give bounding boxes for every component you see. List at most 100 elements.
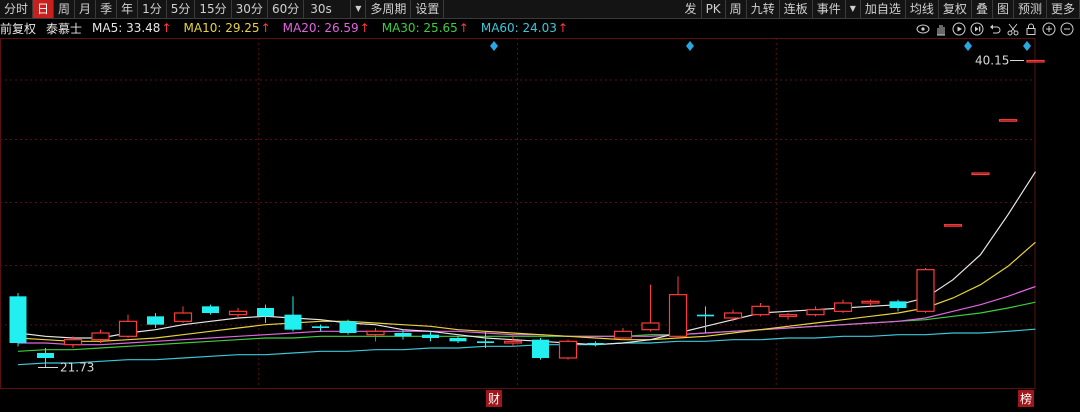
stock-name: 泰慕士	[46, 21, 83, 36]
candle-body	[971, 172, 990, 176]
candle-body	[532, 339, 549, 358]
candle-body	[723, 312, 743, 319]
interval-select[interactable]: 30s	[304, 0, 352, 18]
candle-body	[91, 332, 110, 341]
candle-body	[587, 343, 604, 345]
adjust-mode[interactable]: 前复权	[0, 20, 36, 37]
candle-body	[778, 314, 798, 317]
chevron-down-icon[interactable]: ▼	[846, 0, 861, 18]
undo-icon[interactable]	[986, 20, 1004, 38]
menu-item-12[interactable]: 更多	[1047, 0, 1080, 18]
period-tab-6[interactable]: 1分	[138, 0, 167, 18]
up-arrow-icon: ↑	[557, 21, 568, 35]
low-price-label: 21.73	[60, 361, 94, 375]
candle-body	[751, 305, 770, 316]
candle-body	[806, 309, 825, 316]
event-diamond-icon	[686, 41, 694, 51]
period-tab-4[interactable]: 季	[96, 0, 118, 18]
ma-item-0: MA5: 33.48↑	[92, 21, 172, 35]
ma-item-2: MA20: 26.59↑	[282, 21, 370, 35]
eye-icon[interactable]	[914, 20, 932, 38]
menu-item-5[interactable]: 事件	[813, 0, 846, 18]
chevron-down-icon[interactable]: ▼	[351, 0, 367, 18]
candle-body	[613, 330, 633, 339]
ma-item-4: MA60: 24.03↑	[480, 21, 568, 35]
candle-body	[284, 314, 302, 330]
period-tab-1[interactable]: 日	[33, 0, 55, 18]
menu-item-0[interactable]: 发	[681, 0, 702, 18]
candle-body	[9, 296, 27, 343]
period-tab-8[interactable]: 15分	[195, 0, 232, 18]
event-badge-label: 榜	[1020, 391, 1032, 406]
period-tab-9[interactable]: 30分	[232, 0, 268, 18]
period-tab-0[interactable]: 分时	[0, 0, 34, 18]
menu-item-1[interactable]: PK	[702, 0, 726, 18]
menu-item-9[interactable]: 叠	[972, 0, 993, 18]
menu-item-4[interactable]: 连板	[780, 0, 813, 18]
ma5-line	[17, 171, 1037, 346]
lock-icon[interactable]	[1022, 20, 1040, 38]
candle-body	[697, 314, 714, 317]
period-tab-3[interactable]: 月	[75, 0, 97, 18]
ma-item-3: MA30: 25.65↑	[381, 21, 469, 35]
menu-item-3[interactable]: 九转	[747, 0, 780, 18]
candle-body	[998, 119, 1018, 122]
step-icon[interactable]	[968, 20, 986, 38]
menu-item-2[interactable]: 周	[726, 0, 747, 18]
period-tab-7[interactable]: 5分	[167, 0, 196, 18]
period-tab-2[interactable]: 周	[54, 0, 76, 18]
tool-menu: 发 PK 周九转 连板 事件 ▼ 加自选 均线 复权叠图预测 更多	[681, 0, 1080, 18]
event-badge-label: 财	[488, 392, 500, 406]
zoom-in-icon[interactable]	[1040, 20, 1058, 38]
candle-body	[118, 320, 138, 337]
hand-icon[interactable]	[932, 20, 950, 38]
candle-body	[173, 312, 193, 322]
menu-item-7[interactable]: 均线	[906, 0, 939, 18]
period-tab-10[interactable]: 60分	[268, 0, 305, 18]
candle-body	[63, 339, 83, 346]
high-price-label: 40.15	[975, 54, 1009, 68]
zoom-out-icon[interactable]	[1058, 20, 1076, 38]
candle-body	[558, 340, 578, 359]
event-diamond-icon	[1023, 41, 1031, 51]
up-arrow-icon: ↑	[260, 21, 271, 35]
candle-body	[37, 353, 54, 358]
toolbar-item-1[interactable]: 设置	[411, 0, 445, 18]
candle-body	[394, 333, 412, 337]
period-toolbar: 分时日周月季年 1分 5分 15分 30分 60分 30s ▼ 多周期 设置 发 PK 周九转 连板 事件…	[0, 0, 1080, 19]
menu-item-10[interactable]: 图	[993, 0, 1014, 18]
chart-tools	[914, 20, 1076, 38]
candle-body	[449, 338, 467, 342]
candle-body	[916, 269, 935, 312]
toolbar-item-0[interactable]: 多周期	[366, 0, 412, 18]
menu-item-6[interactable]: 加自选	[861, 0, 906, 18]
candle-body	[889, 301, 907, 308]
up-arrow-icon: ↑	[458, 21, 469, 35]
candle-body	[861, 300, 880, 304]
candle-body	[641, 322, 660, 331]
candle-body	[312, 326, 329, 328]
period-tab-5[interactable]: 年	[117, 0, 139, 18]
candle-body	[943, 224, 963, 227]
scissors-icon[interactable]	[1004, 20, 1022, 38]
period-tabs: 分时日周月季年 1分 5分 15分 30分 60分 30s ▼ 多周期 设置	[0, 0, 445, 18]
candle-body	[477, 341, 494, 343]
candle-body	[339, 321, 357, 333]
candle-body	[202, 306, 219, 313]
ma-item-1: MA10: 29.25↑	[183, 21, 271, 35]
candle-body	[257, 308, 274, 317]
candle-body	[1026, 59, 1045, 63]
event-diamond-icon	[490, 41, 498, 51]
event-diamond-icon	[964, 41, 972, 51]
play-icon[interactable]	[950, 20, 968, 38]
menu-item-11[interactable]: 预测	[1014, 0, 1047, 18]
menu-item-8[interactable]: 复权	[939, 0, 972, 18]
up-arrow-icon: ↑	[161, 21, 172, 35]
candle-body	[147, 316, 164, 325]
candle-body	[228, 310, 248, 316]
ma-legend: 前复权 泰慕士 MA5: 33.48↑ MA10: 29.25↑ MA20: 26.…	[0, 20, 586, 36]
candle-body	[503, 340, 523, 344]
kline-chart[interactable]: 40.15 21.73 财 榜	[0, 38, 1080, 410]
ma-values: MA5: 33.48↑ MA10: 29.25↑ MA20: 26.59↑ MA30:…	[92, 21, 580, 35]
candle-body	[833, 302, 853, 312]
